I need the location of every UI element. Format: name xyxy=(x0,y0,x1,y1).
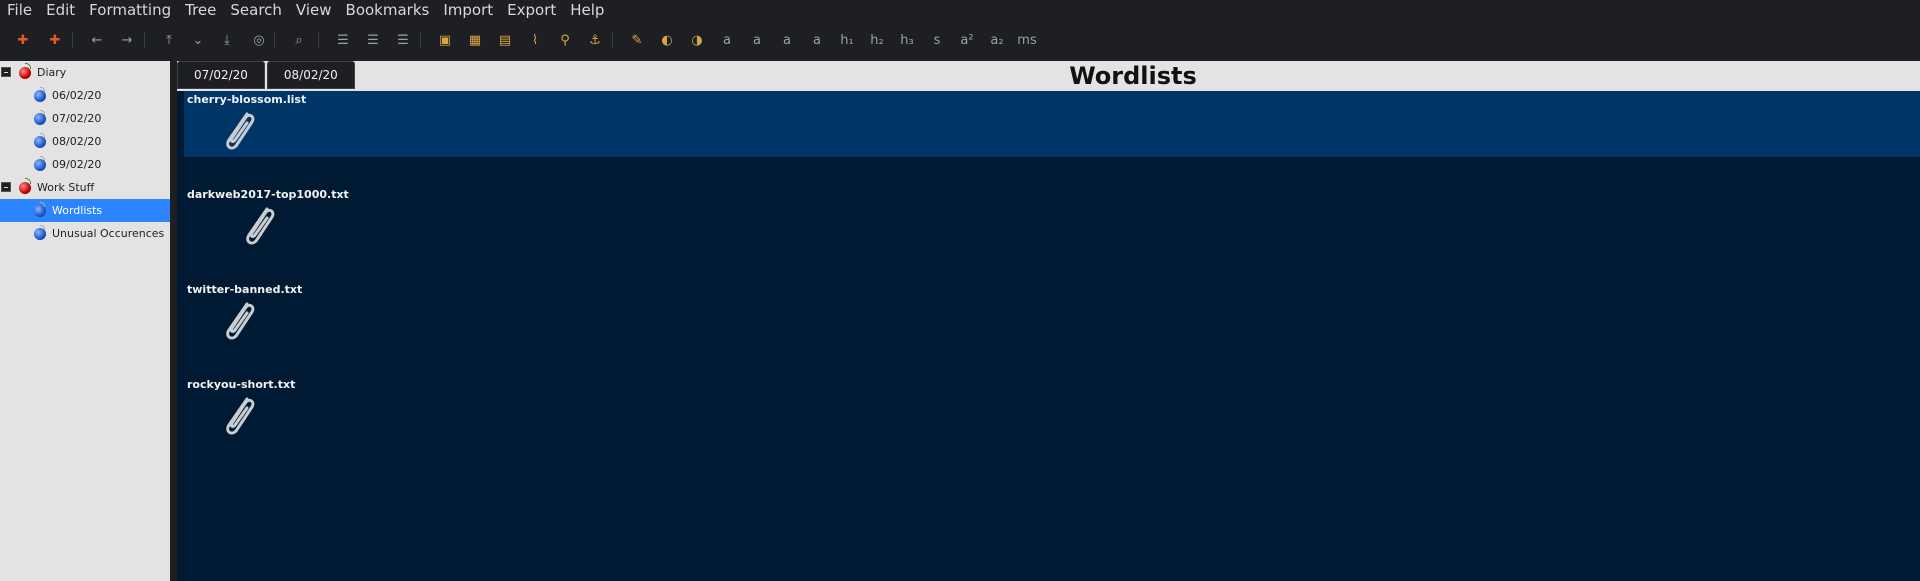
tab-07-02-20[interactable]: 07/02/20 xyxy=(177,61,265,89)
tree-item-07-02-20[interactable]: 07/02/20 xyxy=(0,107,170,130)
tree-item-work-stuff[interactable]: Work Stuff xyxy=(0,176,170,199)
move-down-icon[interactable]: ⤓ xyxy=(218,31,236,49)
add-subnode-icon[interactable]: ✚ xyxy=(46,31,64,49)
tree-item-08-02-20[interactable]: 08/02/20 xyxy=(0,130,170,153)
move-up-icon[interactable]: ⤒ xyxy=(160,31,178,49)
toolbar-separator xyxy=(612,32,613,48)
paperclip-icon xyxy=(217,393,261,439)
strikethrough-icon[interactable]: a xyxy=(808,31,826,49)
monospace-icon[interactable]: ms xyxy=(1017,31,1036,49)
tree-item-label: Wordlists xyxy=(52,204,103,217)
bullet-node-icon xyxy=(34,202,46,217)
h3-icon[interactable]: h₃ xyxy=(898,31,916,49)
color-background-icon[interactable]: ◑ xyxy=(688,31,706,49)
selection-highlight xyxy=(184,91,1920,157)
subscript-icon[interactable]: a₂ xyxy=(988,31,1006,49)
toolbar-separator xyxy=(144,32,145,48)
rich-text-editor[interactable]: cherry-blossom.list darkweb2017-top1000.t… xyxy=(177,91,1920,581)
tree-item-diary[interactable]: Diary xyxy=(0,61,170,84)
numbered-list-icon[interactable]: ☰ xyxy=(364,31,382,49)
expand-icon[interactable]: ⌄ xyxy=(189,31,207,49)
toolbar: ✚ ✚ ← → ⤒ ⌄ ⤓ ◎ ⌕ ☰ ☰ ☰ ▣ ▦ ▤ ⌇ ⚲ ⚓ ✎ ◐ ◑ a a a a h₁ h₂ h₃ s a² a₂ ms xyxy=(0,20,1920,61)
menu-import[interactable]: Import xyxy=(436,0,500,20)
menu-search[interactable]: Search xyxy=(223,0,289,20)
add-node-icon[interactable]: ✚ xyxy=(14,31,32,49)
insert-codebox-icon[interactable]: ▤ xyxy=(496,31,514,49)
paperclip-icon xyxy=(217,298,261,344)
file-attachment[interactable]: darkweb2017-top1000.txt xyxy=(187,188,349,245)
toolbar-separator xyxy=(72,32,73,48)
color-foreground-icon[interactable]: ◐ xyxy=(658,31,676,49)
file-attachment[interactable]: twitter-banned.txt xyxy=(187,283,303,340)
toolbar-separator xyxy=(274,32,275,48)
pane-splitter[interactable] xyxy=(170,61,177,581)
h1-icon[interactable]: h₁ xyxy=(838,31,856,49)
small-icon[interactable]: s xyxy=(928,31,946,49)
tree-item-label: Work Stuff xyxy=(37,181,95,194)
toolbar-separator xyxy=(420,32,421,48)
clear-formatting-icon[interactable]: ✎ xyxy=(628,31,646,49)
menu-tree[interactable]: Tree xyxy=(178,0,223,20)
todo-list-icon[interactable]: ☰ xyxy=(394,31,412,49)
insert-anchor-icon[interactable]: ⚓ xyxy=(586,31,604,49)
tree-item-label: 06/02/20 xyxy=(52,89,102,102)
insert-table-icon[interactable]: ▦ xyxy=(466,31,484,49)
file-attachment[interactable]: cherry-blossom.list xyxy=(187,93,307,150)
menu-export[interactable]: Export xyxy=(500,0,563,20)
find-icon[interactable]: ⌕ xyxy=(290,31,308,49)
menu-view[interactable]: View xyxy=(289,0,339,20)
go-forward-icon[interactable]: → xyxy=(118,31,136,49)
attachment-filename: cherry-blossom.list xyxy=(187,93,307,106)
superscript-icon[interactable]: a² xyxy=(958,31,976,49)
tree-expander-icon[interactable] xyxy=(1,182,11,192)
tree-item-label: 09/02/20 xyxy=(52,158,102,171)
tree-item-label: Unusual Occurences xyxy=(52,227,165,240)
menu-help[interactable]: Help xyxy=(563,0,611,20)
tree-item-label: 08/02/20 xyxy=(52,135,102,148)
paperclip-icon xyxy=(217,108,261,154)
menu-formatting[interactable]: Formatting xyxy=(82,0,178,20)
insert-link-icon[interactable]: ⚲ xyxy=(556,31,574,49)
tree-sidebar: Diary 06/02/20 07/02/20 08/02/20 09/02/20 Wor… xyxy=(0,61,171,581)
cherry-icon xyxy=(19,178,31,194)
tree-item-06-02-20[interactable]: 06/02/20 xyxy=(0,84,170,107)
page-title: Wordlists xyxy=(1069,62,1197,90)
go-back-icon[interactable]: ← xyxy=(88,31,106,49)
node-tabs: 07/02/20 08/02/20 xyxy=(177,61,357,91)
menu-edit[interactable]: Edit xyxy=(39,0,82,20)
attachment-filename: rockyou-short.txt xyxy=(187,378,296,391)
paperclip-icon xyxy=(237,203,281,249)
bullet-node-icon xyxy=(34,110,46,125)
insert-file-icon[interactable]: ⌇ xyxy=(526,31,544,49)
underline-icon[interactable]: a xyxy=(778,31,796,49)
tree-item-wordlists[interactable]: Wordlists xyxy=(0,199,170,222)
bulleted-list-icon[interactable]: ☰ xyxy=(334,31,352,49)
bold-icon[interactable]: a xyxy=(718,31,736,49)
attachment-filename: darkweb2017-top1000.txt xyxy=(187,188,349,201)
cherry-icon xyxy=(19,63,31,79)
tree-item-unusual-occurences[interactable]: Unusual Occurences xyxy=(0,222,170,245)
menu-bookmarks[interactable]: Bookmarks xyxy=(339,0,437,20)
tree-expander-icon[interactable] xyxy=(1,67,11,77)
italic-icon[interactable]: a xyxy=(748,31,766,49)
menu-bar: File Edit Formatting Tree Search View Bookmark… xyxy=(0,0,1920,20)
bullet-node-icon xyxy=(34,87,46,102)
menu-file[interactable]: File xyxy=(0,0,39,20)
attachment-filename: twitter-banned.txt xyxy=(187,283,303,296)
bullet-node-icon xyxy=(34,156,46,171)
toolbar-separator xyxy=(318,32,319,48)
h2-icon[interactable]: h₂ xyxy=(868,31,886,49)
tree-item-label: Diary xyxy=(37,66,67,79)
export-pdf-icon[interactable]: ◎ xyxy=(250,31,268,49)
bullet-node-icon xyxy=(34,133,46,148)
file-attachment[interactable]: rockyou-short.txt xyxy=(187,378,296,435)
tree-item-label: 07/02/20 xyxy=(52,112,102,125)
bullet-node-icon xyxy=(34,225,46,240)
insert-image-icon[interactable]: ▣ xyxy=(436,31,454,49)
tree-item-09-02-20[interactable]: 09/02/20 xyxy=(0,153,170,176)
tab-08-02-20[interactable]: 08/02/20 xyxy=(266,61,355,89)
